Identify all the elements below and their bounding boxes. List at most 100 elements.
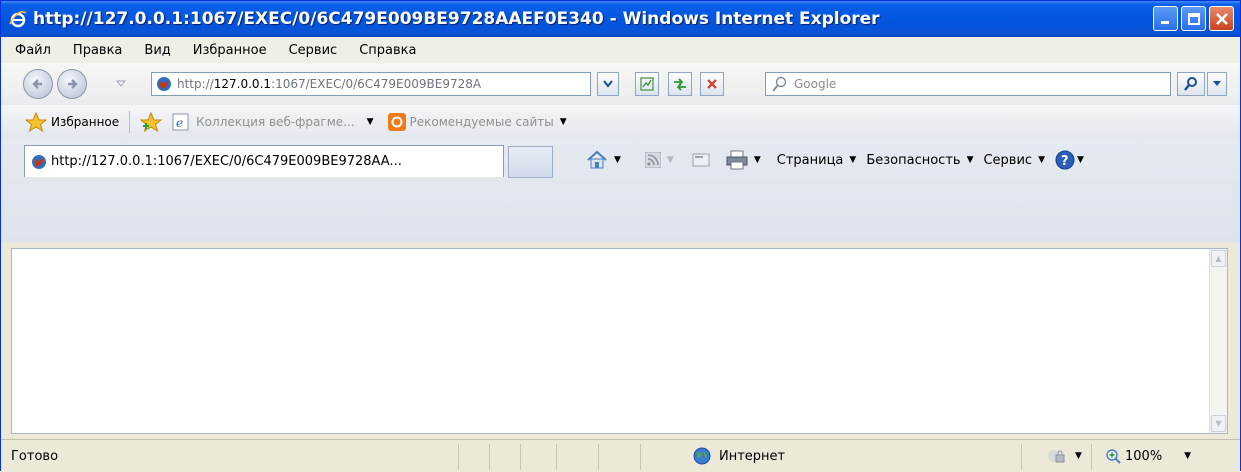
menu-view[interactable]: Вид — [133, 43, 181, 58]
address-dropdown-button[interactable] — [597, 72, 619, 96]
compatibility-icon — [640, 77, 654, 91]
help-icon: ? — [1055, 150, 1075, 170]
tools-menu[interactable]: Сервис ▼ — [983, 153, 1045, 168]
command-bar: ▼ ▼ ▼ Страница ▼ Безопасность ▼ Сервис ▼… — [586, 145, 1094, 175]
web-slice-gallery[interactable]: e Коллекция веб-фрагме... ▼ — [172, 113, 374, 131]
menu-file[interactable]: Файл — [1, 43, 62, 58]
stop-icon — [707, 79, 717, 89]
status-separator — [640, 444, 641, 470]
zone-label: Интернет — [719, 448, 786, 464]
search-button[interactable] — [1177, 72, 1205, 96]
new-tab-button[interactable] — [508, 146, 553, 178]
refresh-button[interactable] — [668, 72, 692, 96]
address-bar[interactable]: http://127.0.0.1:1067/EXEC/0/6C479E009BE… — [151, 72, 591, 96]
menu-favorites[interactable]: Избранное — [182, 43, 278, 58]
tab-row: http://127.0.0.1:1067/EXEC/0/6C479E009BE… — [1, 139, 1240, 243]
separator — [129, 111, 131, 133]
ie-window: http://127.0.0.1:1067/EXEC/0/6C479E009BE… — [0, 0, 1241, 472]
suggested-sites-label: Рекомендуемые сайты — [409, 115, 554, 129]
menu-bar: Файл Правка Вид Избранное Сервис Справка — [1, 37, 1240, 63]
menu-tools[interactable]: Сервис — [278, 43, 349, 58]
tools-menu-label: Сервис — [983, 152, 1033, 168]
search-input[interactable]: Google — [765, 72, 1171, 96]
home-button[interactable]: ▼ — [586, 150, 621, 170]
tab-title: http://127.0.0.1:1067/EXEC/0/6C479E009BE… — [51, 154, 402, 169]
minimize-button[interactable] — [1153, 6, 1178, 31]
protected-mode-button[interactable]: ▼ — [1047, 448, 1082, 464]
status-separator — [520, 444, 521, 470]
safety-dropdown-icon: ▼ — [966, 155, 974, 165]
read-mail-button[interactable] — [692, 153, 710, 167]
suggested-sites[interactable]: Рекомендуемые сайты ▼ — [387, 113, 567, 131]
feeds-button[interactable]: ▼ — [644, 152, 674, 168]
minimize-icon — [1160, 20, 1169, 24]
refresh-icon — [674, 78, 686, 91]
rss-feed-icon — [644, 152, 661, 168]
maximize-button[interactable] — [1181, 6, 1206, 31]
search-options-button[interactable] — [1207, 72, 1227, 96]
scroll-down-button[interactable]: ▼ — [1211, 415, 1226, 432]
page-dropdown-icon: ▼ — [849, 155, 857, 165]
help-dropdown-icon: ▼ — [1077, 155, 1084, 165]
navigation-bar: http://127.0.0.1:1067/EXEC/0/6C479E009BE… — [1, 63, 1240, 105]
suggested-sites-icon — [387, 113, 406, 131]
scroll-up-button[interactable]: ▲ — [1211, 250, 1226, 267]
lock-icon — [1048, 450, 1065, 463]
stop-button[interactable] — [700, 72, 724, 96]
window-title: http://127.0.0.1:1067/EXEC/0/6C479E009BE… — [33, 9, 880, 29]
zoom-level: 100% — [1125, 448, 1163, 464]
suggested-sites-dropdown-icon: ▼ — [559, 117, 567, 127]
page-icon — [157, 77, 171, 91]
favorites-star-icon — [25, 112, 47, 132]
page-content[interactable]: ▲ ▼ — [11, 248, 1228, 434]
svg-text:?: ? — [1061, 154, 1069, 169]
web-slice-gallery-label: Коллекция веб-фрагме... — [196, 115, 355, 129]
back-button[interactable] — [23, 69, 53, 99]
favorites-label: Избранное — [51, 115, 120, 129]
status-text: Готово — [11, 448, 59, 464]
address-host: 127.0.0.1 — [213, 77, 272, 91]
page-menu[interactable]: Страница ▼ — [777, 153, 857, 168]
recent-pages-dropdown-icon[interactable] — [116, 80, 126, 88]
security-zone[interactable]: Интернет — [693, 447, 785, 465]
feeds-dropdown-icon[interactable]: ▼ — [667, 155, 674, 165]
vertical-scrollbar[interactable]: ▲ ▼ — [1209, 249, 1227, 433]
status-separator — [1021, 444, 1022, 470]
menu-help[interactable]: Справка — [348, 43, 427, 58]
print-dropdown-icon[interactable]: ▼ — [754, 155, 761, 165]
status-separator — [598, 444, 599, 470]
web-slice-dropdown-icon: ▼ — [366, 117, 374, 127]
tools-dropdown-icon: ▼ — [1038, 155, 1045, 165]
zoom-button[interactable]: 100% ▼ — [1105, 448, 1191, 464]
print-button[interactable]: ▼ — [726, 150, 761, 170]
home-icon — [587, 150, 607, 169]
safety-menu-label: Безопасность — [866, 152, 961, 168]
menu-edit[interactable]: Правка — [62, 43, 133, 58]
favorites-button[interactable]: Избранное — [25, 112, 119, 132]
search-placeholder: Google — [794, 77, 837, 91]
status-separator — [489, 444, 490, 470]
tab-current[interactable]: http://127.0.0.1:1067/EXEC/0/6C479E009BE… — [24, 145, 504, 177]
svg-text:e: e — [176, 116, 183, 130]
status-separator — [458, 444, 459, 470]
safety-menu[interactable]: Безопасность ▼ — [866, 153, 973, 168]
close-button[interactable] — [1209, 6, 1234, 31]
add-to-favorites-icon[interactable] — [140, 112, 164, 132]
status-separator — [556, 444, 557, 470]
protected-mode-dropdown-icon: ▼ — [1075, 451, 1082, 461]
title-bar[interactable]: http://127.0.0.1:1067/EXEC/0/6C479E009BE… — [1, 1, 1240, 37]
status-separator — [1091, 444, 1092, 470]
ie-logo-icon — [9, 11, 27, 28]
help-menu[interactable]: ? ▼ — [1055, 150, 1084, 170]
address-prefix: http:// — [177, 77, 214, 91]
zoom-icon — [1106, 449, 1121, 464]
close-icon — [1215, 12, 1228, 25]
forward-button[interactable] — [57, 69, 87, 99]
home-dropdown-icon[interactable]: ▼ — [614, 155, 621, 165]
compatibility-view-button[interactable] — [635, 72, 659, 96]
chevron-down-icon — [1213, 81, 1221, 86]
forward-arrow-icon — [68, 79, 78, 89]
page-menu-label: Страница — [776, 152, 844, 168]
search-magnifier-icon — [772, 76, 787, 92]
maximize-icon — [1187, 12, 1200, 25]
